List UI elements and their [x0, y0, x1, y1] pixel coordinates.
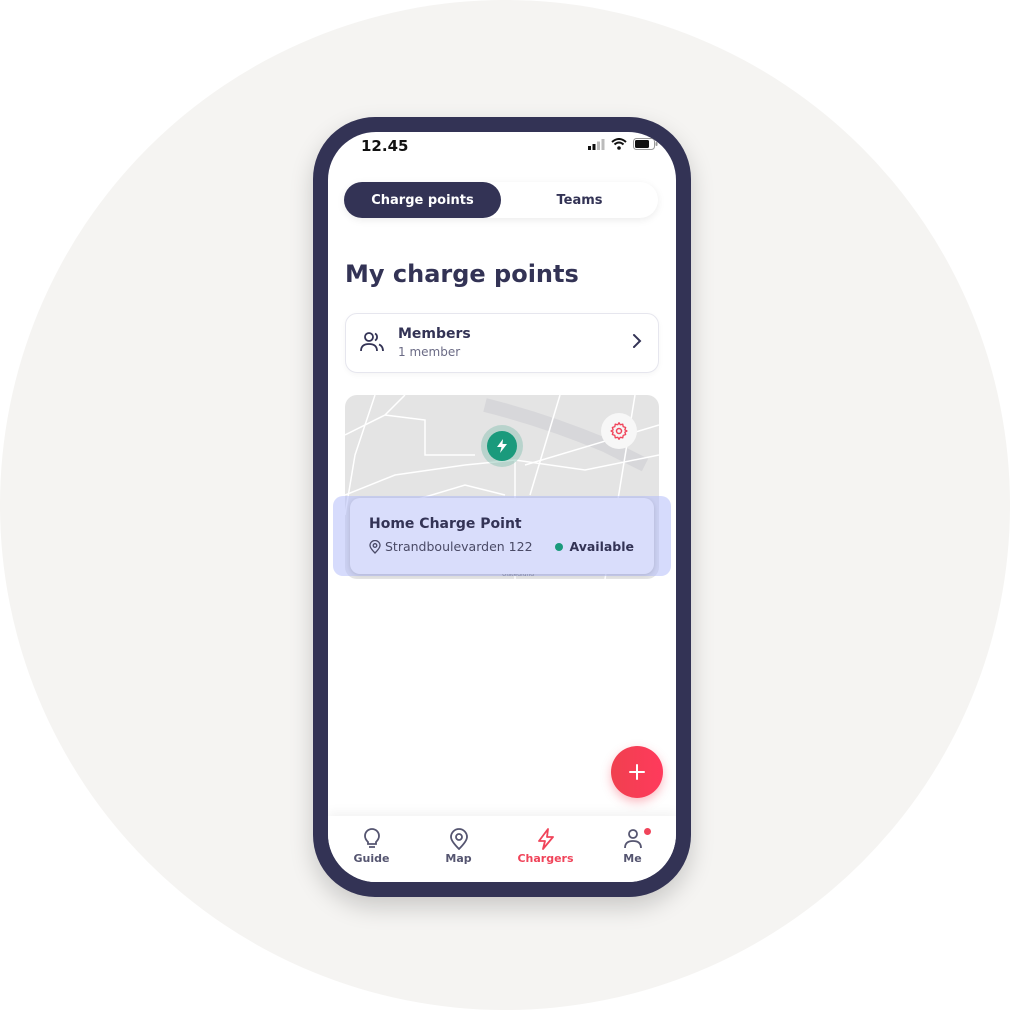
status-dot [555, 542, 564, 551]
charge-point-address: Strandboulevarden 122 [369, 539, 533, 554]
battery-icon [633, 138, 658, 150]
users-icon [360, 332, 384, 352]
members-count: 1 member [398, 345, 461, 359]
tab-map[interactable]: Map [415, 816, 502, 882]
notification-badge [644, 828, 651, 835]
gear-icon [610, 422, 628, 440]
signal-icon [588, 138, 605, 150]
page-title: My charge points [345, 260, 579, 288]
status-bar: 12.45 [328, 132, 676, 172]
tab-me-label: Me [623, 852, 642, 865]
members-label: Members [398, 326, 471, 342]
segmented-control: Charge points Teams [344, 182, 658, 218]
tab-charge-points[interactable]: Charge points [344, 182, 501, 218]
map-pin-icon [449, 828, 468, 850]
charge-point-card[interactable]: Home Charge Point Strandboulevarden 122 … [350, 498, 654, 574]
add-charge-point-button[interactable] [611, 746, 663, 798]
charge-point-name: Home Charge Point [369, 516, 522, 532]
members-row[interactable]: Members 1 member [345, 313, 659, 373]
address-text: Strandboulevarden 122 [385, 539, 533, 554]
app-screen: 12.45 Charge points Teams My charge poin… [328, 132, 676, 882]
charger-map-pin[interactable] [487, 431, 517, 461]
status-icons [588, 138, 658, 150]
tab-guide-label: Guide [353, 852, 390, 865]
tab-teams[interactable]: Teams [501, 182, 658, 218]
bottom-tab-bar: Guide Map Chargers Me [328, 816, 676, 882]
wifi-icon [611, 138, 627, 150]
status-time: 12.45 [361, 137, 409, 155]
chevron-right-icon [633, 334, 642, 348]
tab-chargers[interactable]: Chargers [502, 816, 589, 882]
user-icon [623, 829, 642, 849]
status-text: Available [569, 539, 634, 554]
plus-icon [629, 764, 645, 780]
lightning-icon [537, 828, 554, 850]
lightbulb-icon [363, 828, 380, 848]
lightning-icon [497, 439, 507, 453]
tab-guide[interactable]: Guide [328, 816, 415, 882]
tab-map-label: Map [445, 852, 472, 865]
tab-me[interactable]: Me [589, 816, 676, 882]
map-settings-button[interactable] [601, 413, 637, 449]
availability-status: Available [555, 539, 634, 554]
phone-frame: 12.45 Charge points Teams My charge poin… [313, 117, 691, 897]
location-pin-icon [369, 539, 381, 554]
tab-chargers-label: Chargers [517, 852, 574, 865]
